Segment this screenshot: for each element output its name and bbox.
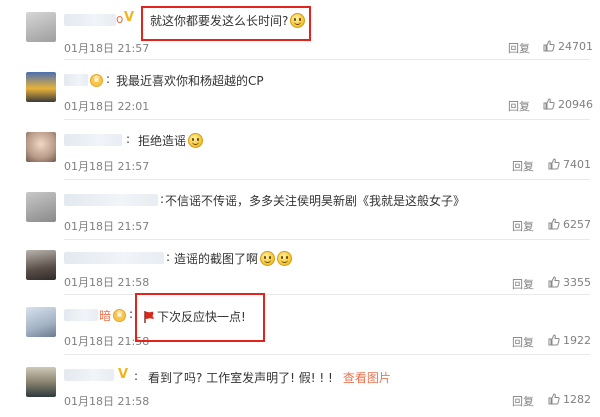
comment-text: 拒绝造谣 [138, 132, 204, 149]
like-button[interactable]: 1922 [548, 334, 591, 347]
vip-crown-icon: ♛ [113, 309, 126, 322]
like-button[interactable]: 3355 [548, 276, 591, 289]
thumbs-up-icon [548, 218, 560, 230]
smile-emoji [260, 251, 276, 266]
comment-timestamp: 01月18日 21:57 [64, 160, 150, 173]
like-count: 6257 [563, 218, 591, 231]
like-button[interactable]: 20946 [543, 98, 593, 111]
nickname-masked[interactable] [64, 134, 122, 146]
thumbs-up-icon [543, 98, 555, 110]
avatar[interactable] [26, 307, 56, 337]
highlight-box [141, 6, 311, 41]
reply-button[interactable]: 回复 [512, 158, 534, 174]
comment-item: : 造谣的截图了啊 01月18日 21:58 回复 3355 [0, 240, 600, 295]
view-image-link[interactable]: 查看图片 [343, 371, 391, 385]
colon: : [166, 250, 171, 264]
reply-button[interactable]: 回复 [508, 98, 530, 114]
highlight-box [135, 293, 265, 342]
verified-v-icon: V [118, 367, 129, 382]
nickname[interactable]: 暗 [99, 307, 111, 324]
nickname-masked[interactable] [64, 74, 88, 86]
comment-timestamp: 01月18日 21:58 [64, 395, 150, 408]
like-count: 1922 [563, 334, 591, 347]
like-button[interactable]: 6257 [548, 218, 591, 231]
reply-button[interactable]: 回复 [512, 276, 534, 292]
smile-emoji [188, 133, 204, 148]
comment-timestamp: 01月18日 22:01 [64, 100, 150, 113]
comment-text: 看到了吗? 工作室发声明了! 假! ! ! 查看图片 [148, 371, 391, 385]
comment-item: 暗 ♛ : 下次反应快一点! 01月18日 21:58 回复 1922 [0, 295, 600, 355]
thumbs-up-icon [548, 276, 560, 288]
thumbs-up-icon [543, 40, 555, 52]
vip-crown-icon: ♛ [90, 74, 103, 87]
colon: : [134, 369, 139, 383]
like-button[interactable]: 24701 [543, 40, 593, 53]
comment-item: V : 看到了吗? 工作室发声明了! 假! ! ! 查看图片 01月18日 21:… [0, 355, 600, 417]
colon: : [106, 72, 111, 86]
like-button[interactable]: 7401 [548, 158, 591, 171]
nickname[interactable]: o [116, 12, 123, 26]
comment-item: : 不信谣不传谣，多多关注侯明昊新剧《我就是这般女子》 01月18日 21:57… [0, 180, 600, 240]
avatar[interactable] [26, 192, 56, 222]
comment-list: o V : 就这你都要发这么长时间? 01月18日 21:57 回复 24701… [0, 0, 600, 417]
like-count: 24701 [558, 40, 593, 53]
comment-timestamp: 01月18日 21:58 [64, 276, 150, 289]
comment-item: : 拒绝造谣 01月18日 21:57 回复 7401 [0, 120, 600, 180]
reply-button[interactable]: 回复 [508, 40, 530, 56]
smile-emoji [277, 251, 293, 266]
comment-timestamp: 01月18日 21:57 [64, 220, 150, 233]
thumbs-up-icon [548, 334, 560, 346]
like-count: 3355 [563, 276, 591, 289]
avatar[interactable] [26, 132, 56, 162]
reply-button[interactable]: 回复 [512, 393, 534, 409]
avatar[interactable] [26, 12, 56, 42]
colon: : [126, 132, 131, 146]
nickname-masked[interactable] [64, 194, 158, 206]
avatar[interactable] [26, 72, 56, 102]
thumbs-up-icon [548, 393, 560, 405]
comment-text: 造谣的截图了啊 [174, 250, 293, 267]
reply-button[interactable]: 回复 [512, 334, 534, 350]
like-count: 1282 [563, 393, 591, 406]
like-count: 7401 [563, 158, 591, 171]
comment-timestamp: 01月18日 21:57 [64, 42, 150, 55]
comment-text: 不信谣不传谣，多多关注侯明昊新剧《我就是这般女子》 [165, 194, 466, 208]
comment-item: ♛ : 我最近喜欢你和杨超越的CP 01月18日 22:01 回复 20946 [0, 60, 600, 120]
nickname-masked[interactable] [64, 309, 98, 321]
nickname-masked[interactable] [64, 14, 116, 26]
colon: : [160, 192, 165, 206]
avatar[interactable] [26, 250, 56, 280]
like-count: 20946 [558, 98, 593, 111]
nickname-masked[interactable] [64, 252, 164, 264]
like-button[interactable]: 1282 [548, 393, 591, 406]
reply-button[interactable]: 回复 [512, 218, 534, 234]
colon: : [129, 307, 134, 321]
nickname-masked[interactable] [64, 369, 114, 381]
verified-v-icon: V [124, 10, 135, 25]
avatar[interactable] [26, 367, 56, 397]
thumbs-up-icon [548, 158, 560, 170]
comment-text: 我最近喜欢你和杨超越的CP [116, 74, 264, 88]
